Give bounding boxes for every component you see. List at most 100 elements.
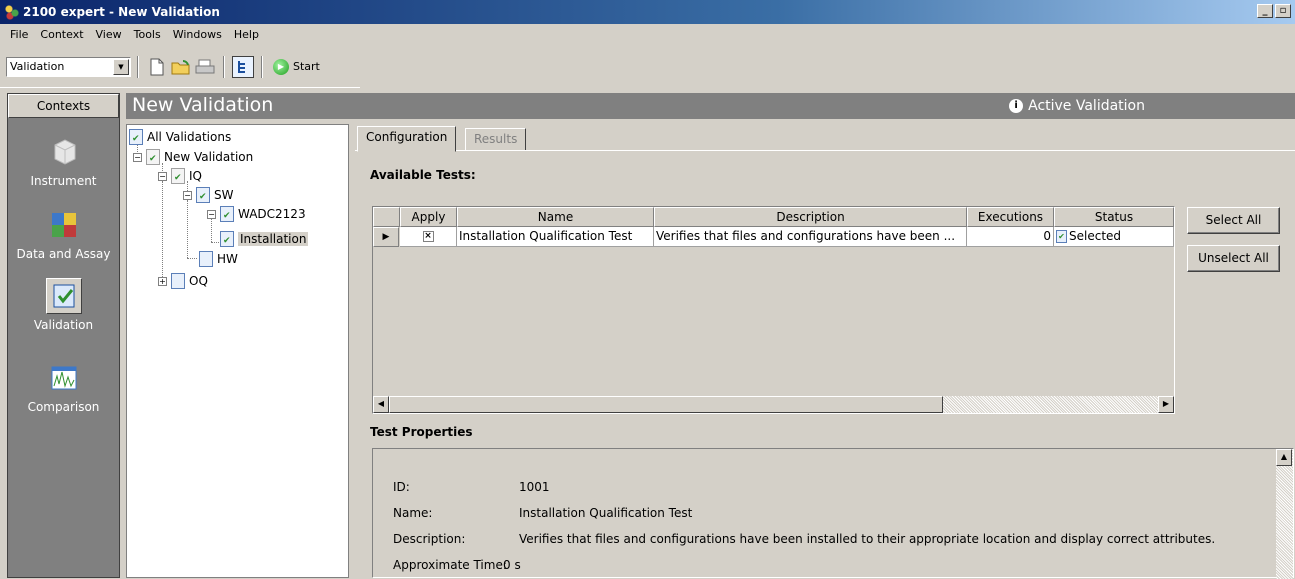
toolbar-separator	[261, 55, 263, 78]
open-icon[interactable]	[170, 56, 192, 78]
tree-node-label: All Validations	[147, 130, 232, 144]
vertical-scrollbar[interactable]: ▲	[1276, 449, 1293, 579]
tree-node-wadc2123[interactable]: − ✔ WADC2123	[207, 206, 306, 222]
minimize-button[interactable]: _	[1257, 4, 1273, 18]
menu-tools[interactable]: Tools	[128, 28, 167, 41]
collapse-icon[interactable]: −	[183, 190, 192, 200]
context-select-value: Validation	[10, 60, 65, 73]
restore-button[interactable]: ▫	[1275, 4, 1291, 18]
tree-node-sw[interactable]: − ✔ SW	[183, 187, 233, 203]
collapse-icon[interactable]: −	[207, 209, 216, 219]
scrollbar-thumb[interactable]	[389, 396, 943, 413]
available-tests-heading: Available Tests:	[370, 168, 476, 182]
available-tests-grid: Apply Name Description Executions Status…	[372, 206, 1175, 414]
menu-context[interactable]: Context	[34, 28, 89, 41]
data-assay-icon	[46, 207, 82, 243]
column-header-description[interactable]: Description	[654, 207, 967, 227]
new-icon[interactable]	[146, 56, 168, 78]
tab-configuration[interactable]: Configuration	[357, 126, 457, 152]
tree-node-label: WADC2123	[238, 207, 306, 221]
tree-view-icon[interactable]	[232, 55, 254, 78]
context-item-label: Instrument	[30, 174, 97, 188]
prop-name-label: Name:	[393, 506, 433, 520]
context-item-comparison[interactable]: Comparison	[8, 360, 119, 414]
horizontal-scrollbar[interactable]: ◀ ▶	[373, 396, 1174, 413]
menu-file[interactable]: File	[4, 28, 34, 41]
cell-description[interactable]: Verifies that files and configurations h…	[654, 227, 967, 247]
prop-time-value: 0 s	[503, 558, 521, 572]
start-icon: ▶	[273, 58, 289, 75]
start-label: Start	[293, 60, 320, 73]
tree-node-label: SW	[214, 188, 234, 202]
document-icon	[199, 251, 213, 267]
tree-node-oq[interactable]: + OQ	[158, 273, 208, 289]
tree-node-installation[interactable]: ✔ Installation	[220, 231, 309, 247]
scroll-right-icon[interactable]: ▶	[1158, 396, 1174, 413]
document-icon	[171, 273, 185, 289]
toolbar: Validation ▼ ▶ Start	[0, 46, 360, 88]
tab-results[interactable]: Results	[465, 128, 527, 151]
document-check-icon: ✔	[171, 168, 185, 184]
cell-apply[interactable]: ×	[400, 227, 457, 247]
active-validation-label: Active Validation	[1028, 98, 1145, 114]
document-check-icon: ✔	[220, 231, 234, 247]
print-icon[interactable]	[194, 56, 216, 78]
menu-bar: File Context View Tools Windows Help	[0, 24, 1295, 45]
window-title: 2100 expert - New Validation	[23, 5, 220, 19]
apply-checkbox[interactable]: ×	[422, 231, 434, 242]
expand-icon[interactable]: +	[158, 276, 167, 286]
unselect-all-button[interactable]: Unselect All	[1187, 245, 1280, 272]
tree-node-hw[interactable]: HW	[199, 251, 238, 267]
scroll-up-icon[interactable]: ▲	[1276, 449, 1292, 466]
prop-description-label: Description:	[393, 532, 466, 546]
title-bar: 2100 expert - New Validation _ ▫	[0, 0, 1295, 24]
status-text: Selected	[1069, 229, 1122, 243]
active-validation-status: i Active Validation	[1009, 98, 1145, 114]
cell-executions[interactable]: 0	[967, 227, 1054, 247]
tab-strip: Configuration Results	[355, 124, 1295, 152]
document-check-icon: ✔	[220, 206, 234, 222]
app-icon	[4, 4, 20, 20]
context-item-data-and-assay[interactable]: Data and Assay	[8, 207, 119, 261]
select-all-button[interactable]: Select All	[1187, 207, 1280, 234]
prop-id-label: ID:	[393, 480, 410, 494]
context-select[interactable]: Validation ▼	[6, 56, 131, 77]
validation-folder-icon: ✔	[129, 129, 143, 145]
tree-node-label: HW	[217, 252, 238, 266]
collapse-icon[interactable]: −	[133, 152, 142, 162]
toolbar-separator	[137, 55, 139, 78]
contexts-header[interactable]: Contexts	[8, 94, 119, 118]
validation-icon	[45, 278, 82, 314]
column-header-status[interactable]: Status	[1054, 207, 1174, 227]
tree-node-new-validation[interactable]: − ✔ New Validation	[133, 149, 253, 165]
cell-status[interactable]: ✔ Selected	[1054, 227, 1174, 247]
cell-name[interactable]: Installation Qualification Test	[457, 227, 654, 247]
column-header-executions[interactable]: Executions	[967, 207, 1054, 227]
row-header-corner	[373, 207, 400, 227]
tree-node-iq[interactable]: − ✔ IQ	[158, 168, 202, 184]
page-title: New Validation	[132, 94, 274, 116]
page-header: New Validation i Active Validation	[126, 93, 1295, 119]
context-item-label: Validation	[33, 318, 94, 332]
chevron-down-icon[interactable]: ▼	[113, 58, 129, 75]
tree-node-label: New Validation	[164, 150, 254, 164]
selected-status-icon: ✔	[1056, 230, 1067, 243]
prop-time-label: Approximate Time:	[393, 558, 507, 572]
prop-description-value: Verifies that files and configurations h…	[519, 532, 1216, 546]
prop-name-value: Installation Qualification Test	[519, 506, 693, 520]
test-properties-heading: Test Properties	[370, 425, 473, 439]
column-header-apply[interactable]: Apply	[400, 207, 457, 227]
menu-help[interactable]: Help	[228, 28, 265, 41]
context-item-validation[interactable]: Validation	[8, 278, 119, 332]
column-header-name[interactable]: Name	[457, 207, 654, 227]
row-selector-icon[interactable]: ▶	[373, 227, 399, 247]
menu-view[interactable]: View	[90, 28, 128, 41]
start-button[interactable]: ▶ Start	[269, 58, 324, 75]
scroll-left-icon[interactable]: ◀	[373, 396, 389, 413]
validation-tree: ✔ All Validations − ✔ New Validation − ✔…	[126, 124, 349, 578]
tree-node-all-validations[interactable]: ✔ All Validations	[129, 129, 231, 145]
menu-windows[interactable]: Windows	[167, 28, 228, 41]
collapse-icon[interactable]: −	[158, 171, 167, 181]
document-check-icon: ✔	[196, 187, 210, 203]
context-item-instrument[interactable]: Instrument	[8, 134, 119, 188]
